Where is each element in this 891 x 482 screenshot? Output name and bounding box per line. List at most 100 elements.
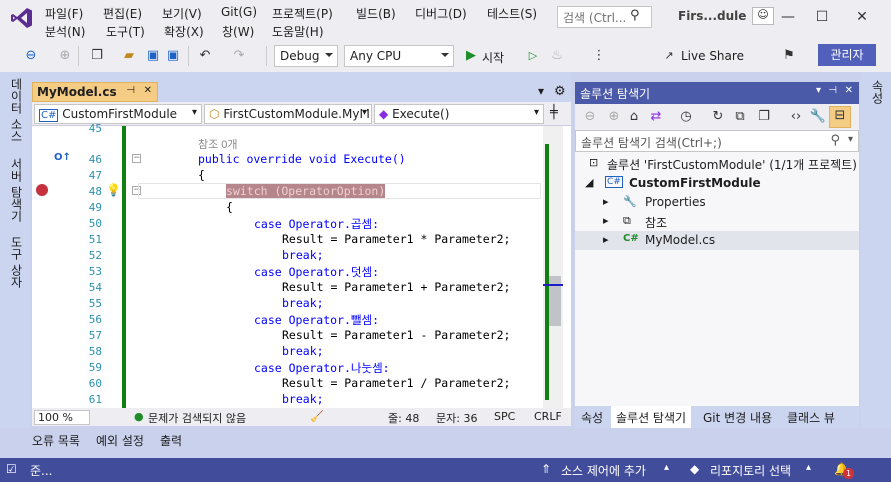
menu-extensions[interactable]: 확장(X): [164, 23, 204, 40]
dock-tab-properties[interactable]: 속성: [869, 80, 886, 104]
start-icon[interactable]: ▶: [462, 47, 480, 65]
dock-tab-toolbox[interactable]: 도구 상자: [8, 236, 25, 288]
pending-changes-icon[interactable]: ◷: [677, 108, 695, 126]
live-share-button[interactable]: Live Share: [681, 49, 744, 63]
menu-edit[interactable]: 편집(E): [103, 5, 142, 22]
line-ending[interactable]: CRLF: [534, 410, 562, 423]
menu-tools[interactable]: 도구(T): [106, 23, 145, 40]
project-dropdown[interactable]: C# CustomFirstModule ▾: [34, 104, 202, 124]
properties-wrench-icon[interactable]: 🔧: [809, 108, 827, 126]
pin-icon[interactable]: ⊣: [828, 85, 837, 96]
configuration-select[interactable]: Debug: [274, 45, 338, 67]
collapsed-arrow-icon[interactable]: ▸: [603, 214, 609, 227]
dock-tab-data-sources[interactable]: 데이터 소스: [8, 78, 25, 142]
menu-window[interactable]: 창(W): [222, 23, 254, 40]
tree-item-references[interactable]: ▸ ⧉ 참조: [575, 212, 859, 231]
code-line: case Operator.덧셈:: [254, 265, 380, 279]
tab-dropdown-icon[interactable]: ▾: [538, 84, 544, 98]
menu-view[interactable]: 보기(V): [162, 5, 202, 22]
settings-gear-icon[interactable]: ⚙: [554, 84, 566, 99]
tab-error-list[interactable]: 오류 목록: [32, 432, 80, 449]
toolbar-more-icon[interactable]: ⋮: [590, 47, 608, 65]
menu-build[interactable]: 빌드(B): [356, 5, 396, 22]
feedback-icon[interactable]: ☺: [752, 7, 774, 25]
tab-solution-explorer[interactable]: 솔루션 탐색기: [611, 406, 692, 429]
tree-item-solution[interactable]: ⊡ 솔루션 'FirstCustomModule' (1/1개 프로젝트): [575, 154, 859, 173]
menu-debug[interactable]: 디버그(D): [415, 5, 467, 22]
close-tab-icon[interactable]: ✕: [144, 85, 152, 96]
hot-reload-icon[interactable]: ♨: [548, 47, 566, 65]
window-position-icon[interactable]: ▾: [816, 85, 821, 96]
close-icon[interactable]: ✕: [845, 85, 853, 96]
tree-item-project[interactable]: ◢ C# CustomFirstModule: [575, 174, 859, 193]
select-repository[interactable]: 리포지토리 선택: [710, 462, 791, 479]
code-cleanup-icon[interactable]: 🧹: [310, 410, 324, 423]
override-icon[interactable]: O↑: [54, 152, 71, 163]
solution-explorer-title-bar: 솔루션 탐색기 ▾ ⊣ ✕: [575, 82, 859, 104]
menu-help[interactable]: 도움말(H): [272, 23, 324, 40]
menu-analyze[interactable]: 분석(N): [45, 23, 85, 40]
class-dropdown[interactable]: ⬡ FirstCustomModule.MyM ▾: [204, 104, 372, 124]
undo-icon[interactable]: ↶: [196, 47, 214, 65]
tab-properties[interactable]: 속성: [581, 409, 603, 426]
line-number: 56: [88, 313, 102, 326]
menu-test[interactable]: 테스트(S): [487, 5, 537, 22]
editor-vertical-scrollbar[interactable]: [543, 126, 563, 408]
chevron-down-icon: ▾: [533, 107, 539, 118]
add-to-source-control[interactable]: 소스 제어에 추가: [561, 462, 646, 479]
tab-git-changes[interactable]: Git 변경 내용: [703, 409, 772, 426]
back-icon[interactable]: ⊖: [581, 108, 599, 126]
save-all-icon[interactable]: ▣: [164, 47, 182, 65]
forward-icon[interactable]: ⊕: [605, 108, 623, 126]
tab-mymodel-cs[interactable]: MyModel.cs ⊣ ✕: [32, 82, 158, 102]
redo-icon[interactable]: ↷: [230, 47, 248, 65]
minimize-button[interactable]: —: [776, 6, 800, 28]
chevron-down-icon[interactable]: ▾: [848, 134, 853, 145]
collapse-all-icon[interactable]: ⧉: [731, 108, 749, 126]
expanded-arrow-icon[interactable]: ◢: [585, 176, 593, 189]
refresh-icon[interactable]: ↻: [709, 108, 727, 126]
member-dropdown[interactable]: ◆ Execute() ▾: [374, 104, 544, 124]
zoom-select[interactable]: 100 %: [34, 410, 90, 425]
line-position[interactable]: 줄: 48: [388, 410, 419, 426]
start-button-label[interactable]: 시작: [482, 49, 504, 66]
tree-item-label: MyModel.cs: [645, 233, 716, 247]
menu-file[interactable]: 파일(F): [45, 5, 83, 22]
pin-tab-icon[interactable]: ⊣: [126, 85, 135, 96]
tab-output[interactable]: 출력: [160, 432, 182, 449]
split-editor-icon[interactable]: ╪: [550, 105, 558, 120]
tree-item-properties[interactable]: ▸ 🔧 Properties: [575, 193, 859, 212]
column-position[interactable]: 문자: 36: [436, 410, 477, 426]
breakpoint-icon[interactable]: [36, 184, 48, 196]
code-view-icon[interactable]: ‹›: [787, 108, 805, 126]
back-icon[interactable]: ⊖: [22, 47, 40, 65]
show-all-files-icon[interactable]: ❐: [755, 108, 773, 126]
save-icon[interactable]: ▣: [144, 47, 162, 65]
start-without-debug-icon[interactable]: ▷: [524, 47, 542, 65]
live-share-icon[interactable]: ↗: [660, 47, 678, 65]
maximize-button[interactable]: ☐: [810, 6, 834, 28]
copilot-icon[interactable]: ⚑: [780, 47, 798, 65]
open-folder-icon[interactable]: ▰: [120, 47, 138, 65]
forward-icon[interactable]: ⊕: [56, 47, 74, 65]
tab-exception-settings[interactable]: 예외 설정: [96, 432, 144, 449]
lightbulb-icon[interactable]: 💡: [106, 183, 121, 197]
dock-tab-server-explorer[interactable]: 서버 탐색기: [8, 158, 25, 222]
collapsed-arrow-icon[interactable]: ▸: [603, 233, 609, 246]
collapsed-arrow-icon[interactable]: ▸: [603, 195, 609, 208]
switch-views-icon[interactable]: ⇄: [647, 108, 665, 126]
preview-selected-icon[interactable]: ⊟: [829, 106, 851, 128]
menu-git[interactable]: Git(G): [221, 5, 257, 19]
issues-status[interactable]: 문제가 검색되지 않음: [148, 410, 246, 426]
home-icon[interactable]: ⌂: [625, 108, 643, 126]
solution-explorer-search[interactable]: 솔루션 탐색기 검색(Ctrl+;) ⚲ ▾: [575, 130, 859, 152]
close-window-button[interactable]: ✕: [850, 6, 874, 28]
reference-count[interactable]: 참조 0개: [198, 136, 238, 152]
collapse-icon[interactable]: −: [132, 154, 141, 163]
tab-class-view[interactable]: 클래스 뷰: [787, 409, 835, 426]
platform-select[interactable]: Any CPU: [344, 45, 454, 67]
whitespace-mode[interactable]: SPC: [494, 410, 515, 423]
tree-item-mymodel[interactable]: ▸ C# MyModel.cs: [575, 231, 859, 250]
new-project-icon[interactable]: ❐: [88, 47, 106, 65]
menu-project[interactable]: 프로젝트(P): [272, 5, 333, 22]
